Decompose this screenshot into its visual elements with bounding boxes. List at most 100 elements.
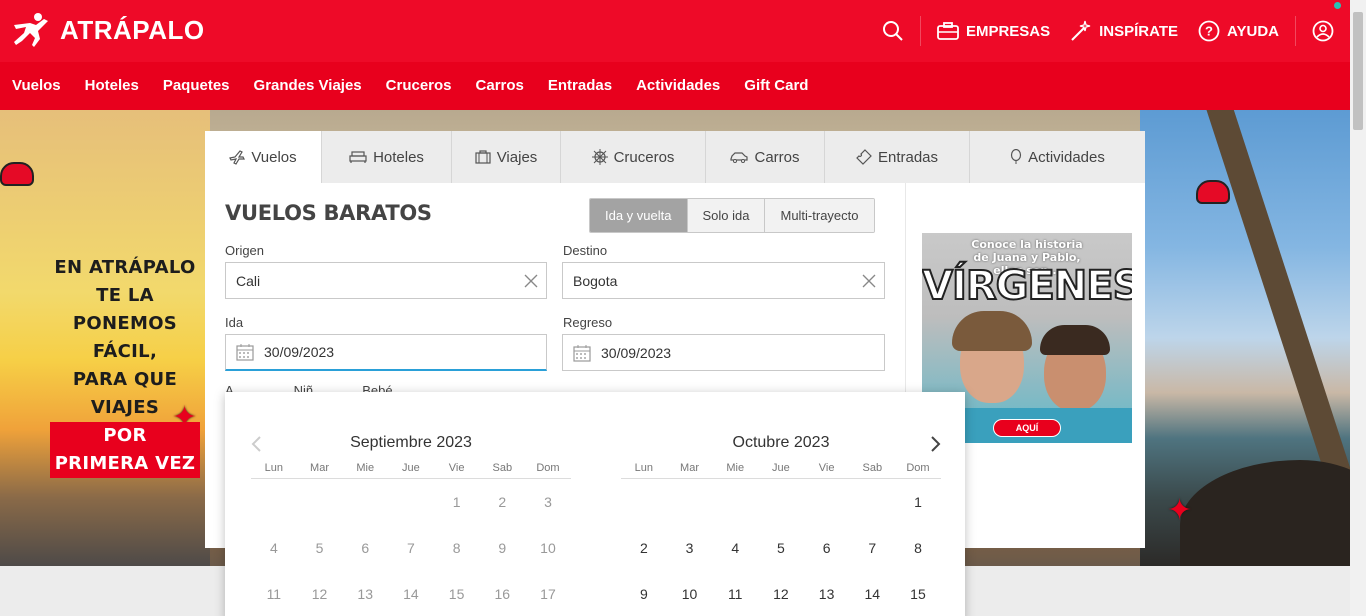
calendar-day[interactable]: 13 xyxy=(804,586,850,602)
destination-field[interactable]: Bogota xyxy=(562,262,885,299)
date-picker: Septiembre 2023 Lun Mar Mie Jue Vie Sab … xyxy=(225,392,965,616)
empresas-link[interactable]: EMPRESAS xyxy=(927,0,1060,62)
trip-round[interactable]: Ida y vuelta xyxy=(590,199,688,232)
help-icon: ? xyxy=(1198,20,1220,42)
ayuda-link[interactable]: ? AYUDA xyxy=(1188,0,1289,62)
depart-label: Ida xyxy=(225,315,244,330)
nav-hoteles[interactable]: Hoteles xyxy=(73,62,151,110)
month-title: Septiembre 2023 xyxy=(350,434,472,451)
calendar-day: 9 xyxy=(498,540,507,556)
origin-field[interactable]: Cali xyxy=(225,262,547,299)
calendar-week: 2 3 4 5 6 7 8 xyxy=(621,525,941,571)
calendar-day[interactable]: 6 xyxy=(804,540,850,556)
top-header: ATRÁPALO EMPRESAS INSPÍRATE ? AYUDA xyxy=(0,0,1366,62)
tab-entradas[interactable]: Entradas xyxy=(825,131,970,183)
ad-title: VÍRGENES xyxy=(922,262,1132,310)
trip-oneway[interactable]: Solo ida xyxy=(687,199,766,232)
star-icon: ✦ xyxy=(1167,494,1193,527)
tab-label: Hoteles xyxy=(373,148,424,166)
search-icon xyxy=(882,21,903,41)
calendar-week: 11 12 13 14 15 16 17 xyxy=(251,571,571,616)
weekday-header: Lun Mar Mie Jue Vie Sab Dom xyxy=(621,462,941,479)
nav-entradas[interactable]: Entradas xyxy=(536,62,624,110)
page-scrollbar[interactable] xyxy=(1350,0,1366,616)
top-actions: EMPRESAS INSPÍRATE ? AYUDA xyxy=(872,0,1344,62)
calendar-day[interactable]: 15 xyxy=(895,586,941,602)
briefcase-icon xyxy=(937,22,959,40)
tab-cruceros[interactable]: Cruceros xyxy=(561,131,706,183)
clear-icon[interactable] xyxy=(860,272,878,290)
tab-label: Entradas xyxy=(877,148,939,166)
weekday: Mie xyxy=(356,462,375,474)
tab-label: Actividades xyxy=(1028,148,1105,166)
search-button[interactable] xyxy=(872,0,914,62)
depart-date-field[interactable]: 30/09/2023 xyxy=(225,334,547,371)
calendar-day[interactable]: 11 xyxy=(712,586,758,602)
main-nav: Vuelos Hoteles Paquetes Grandes Viajes C… xyxy=(0,62,1366,110)
nav-carros[interactable]: Carros xyxy=(464,62,536,110)
nav-gift-card[interactable]: Gift Card xyxy=(732,62,820,110)
calendar-day[interactable]: 14 xyxy=(849,586,895,602)
tab-carros[interactable]: Carros xyxy=(706,131,825,183)
weekday: Jue xyxy=(772,462,790,474)
svg-text:?: ? xyxy=(1205,24,1213,39)
calendar-day: 6 xyxy=(361,540,370,556)
tab-vuelos[interactable]: Vuelos xyxy=(205,131,322,183)
origin-value: Cali xyxy=(236,272,261,289)
divider xyxy=(919,16,921,46)
calendar-day[interactable]: 8 xyxy=(895,540,941,556)
tab-actividades[interactable]: Actividades xyxy=(970,131,1145,183)
scrollbar-thumb[interactable] xyxy=(1353,12,1363,130)
trip-type-selector: Ida y vuelta Solo ida Multi-trayecto xyxy=(589,198,875,233)
weekday: Lun xyxy=(634,462,654,474)
clear-icon[interactable] xyxy=(522,272,540,290)
calendar-day[interactable]: 5 xyxy=(758,540,804,556)
trip-multi[interactable]: Multi-trayecto xyxy=(765,199,874,232)
cloud-icon xyxy=(0,162,34,186)
popup-pointer xyxy=(233,380,257,392)
nav-paquetes[interactable]: Paquetes xyxy=(151,62,242,110)
nav-grandes-viajes[interactable]: Grandes Viajes xyxy=(242,62,374,110)
calendar-day[interactable]: 7 xyxy=(849,540,895,556)
calendar-week: 9 10 11 12 13 14 15 xyxy=(621,571,941,616)
weekday: Dom xyxy=(906,462,930,474)
calendar-day: 15 xyxy=(448,586,465,602)
ad-cta-button[interactable]: AQUÍ xyxy=(993,419,1061,437)
ayuda-label: AYUDA xyxy=(1227,22,1279,40)
tab-viajes[interactable]: Viajes xyxy=(452,131,561,183)
nav-actividades[interactable]: Actividades xyxy=(624,62,732,110)
inspirate-link[interactable]: INSPÍRATE xyxy=(1060,0,1188,62)
suitcase-icon xyxy=(475,150,491,164)
return-date-field[interactable]: 30/09/2023 xyxy=(562,334,885,371)
calendar-day: 16 xyxy=(494,586,511,602)
bed-icon xyxy=(349,151,367,163)
weekday: Vie xyxy=(448,462,465,474)
calendar-week: 1 xyxy=(621,479,941,525)
hero-tagline: EN ATRÁPALO TE LA PONEMOS FÁCIL, PARA QU… xyxy=(50,254,200,478)
calendar-day: 4 xyxy=(269,540,278,556)
calendar-day[interactable]: 2 xyxy=(621,540,667,556)
hero-highlight: POR PRIMERA VEZ xyxy=(50,422,200,478)
calendar-day[interactable]: 4 xyxy=(712,540,758,556)
origin-label: Origen xyxy=(225,243,265,258)
weekday: Dom xyxy=(536,462,560,474)
calendar-day[interactable]: 9 xyxy=(621,586,667,602)
weekday-header: Lun Mar Mie Jue Vie Sab Dom xyxy=(251,462,571,479)
calendar-day: 2 xyxy=(498,494,507,510)
person-hair xyxy=(1040,325,1110,355)
calendar-day[interactable]: 1 xyxy=(895,494,941,510)
nav-cruceros[interactable]: Cruceros xyxy=(374,62,464,110)
tab-hoteles[interactable]: Hoteles xyxy=(322,131,452,183)
weekday: Vie xyxy=(818,462,835,474)
calendar-day: 5 xyxy=(315,540,324,556)
calendar-day: 13 xyxy=(357,586,373,602)
brand-logo[interactable]: ATRÁPALO xyxy=(10,10,205,50)
weekday: Mar xyxy=(680,462,699,474)
calendar-day[interactable]: 3 xyxy=(667,540,713,556)
calendar-day[interactable]: 10 xyxy=(667,586,713,602)
return-label: Regreso xyxy=(563,315,613,330)
calendar-day[interactable]: 12 xyxy=(758,586,804,602)
user-account-button[interactable] xyxy=(1302,0,1344,62)
nav-vuelos[interactable]: Vuelos xyxy=(0,62,73,110)
balloon-icon xyxy=(1011,149,1022,164)
